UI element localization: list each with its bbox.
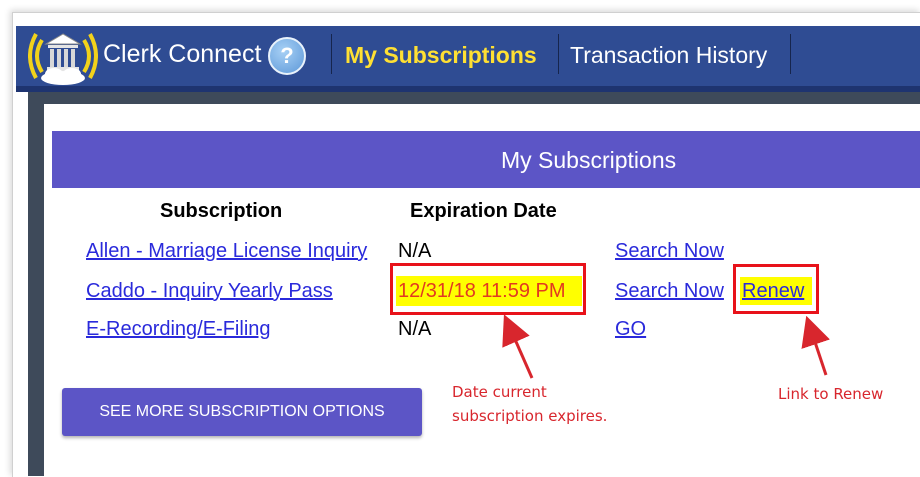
annotation-date-line1: Date current bbox=[452, 383, 547, 401]
annotation-renew: Link to Renew bbox=[778, 385, 884, 403]
renew-arrow-icon bbox=[801, 315, 830, 376]
annotation-date-line2: subscription expires. bbox=[452, 407, 608, 425]
date-arrow-icon bbox=[502, 314, 534, 379]
